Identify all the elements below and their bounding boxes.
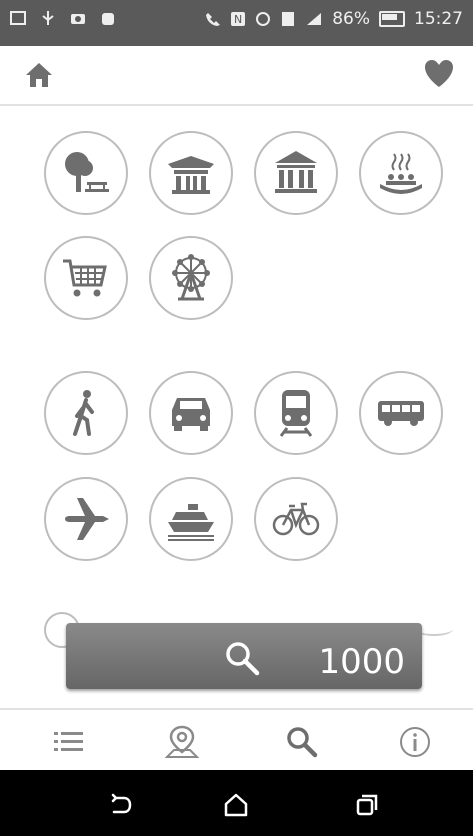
status-bar: N 86% 15:27 <box>0 0 473 46</box>
call-icon <box>206 13 221 26</box>
ship-button[interactable] <box>149 477 233 561</box>
walk-icon <box>73 390 94 436</box>
search-radius-value: 1000 <box>318 642 405 682</box>
bottom-nav <box>0 708 473 772</box>
hot-spring-button[interactable] <box>359 131 443 215</box>
sim-icon <box>282 12 295 26</box>
home-icon[interactable] <box>223 792 249 818</box>
walk-button[interactable] <box>44 371 128 455</box>
airplane-icon <box>65 498 109 540</box>
notification-icons <box>10 10 116 26</box>
park-button[interactable] <box>44 131 128 215</box>
top-bar <box>0 46 473 106</box>
search-icon[interactable] <box>224 640 260 676</box>
museum-icon <box>275 151 317 193</box>
map-pin-icon[interactable] <box>164 724 200 760</box>
bus-button[interactable] <box>359 371 443 455</box>
list-icon[interactable] <box>51 724 87 760</box>
bus-icon <box>378 401 424 426</box>
train-icon <box>279 390 313 437</box>
car-button[interactable] <box>149 371 233 455</box>
park-icon <box>65 152 109 192</box>
clock: 15:27 <box>414 9 463 29</box>
app-icon <box>100 10 116 26</box>
shopping-button[interactable] <box>44 236 128 320</box>
hot-spring-icon <box>380 153 422 194</box>
ferris-wheel-icon <box>172 254 210 301</box>
home-icon[interactable] <box>24 60 54 90</box>
battery-percent: 86% <box>332 9 370 29</box>
amusement-park-button[interactable] <box>149 236 233 320</box>
car-icon <box>172 398 210 431</box>
system-indicators: N 86% 15:27 <box>205 9 463 29</box>
ship-icon <box>168 504 214 541</box>
bicycle-button[interactable] <box>254 477 338 561</box>
svg-text:N: N <box>234 13 242 26</box>
system-navigation-bar <box>0 770 473 836</box>
temple-button[interactable] <box>149 131 233 215</box>
nfc-icon: N <box>231 12 246 26</box>
signal-icon <box>307 13 322 25</box>
sync-icon <box>256 12 271 26</box>
back-icon[interactable] <box>108 792 134 818</box>
airplane-button[interactable] <box>44 477 128 561</box>
bicycle-icon <box>272 502 320 536</box>
shopping-cart-icon <box>63 259 107 297</box>
battery-icon <box>379 11 405 27</box>
temple-icon <box>168 156 214 194</box>
info-icon[interactable] <box>397 724 433 760</box>
train-button[interactable] <box>254 371 338 455</box>
camera-icon <box>70 10 86 26</box>
image-icon <box>10 10 26 26</box>
museum-button[interactable] <box>254 131 338 215</box>
recents-icon[interactable] <box>354 792 380 818</box>
usb-icon <box>40 10 56 26</box>
search-icon[interactable] <box>284 724 320 760</box>
heart-icon[interactable] <box>423 58 455 90</box>
